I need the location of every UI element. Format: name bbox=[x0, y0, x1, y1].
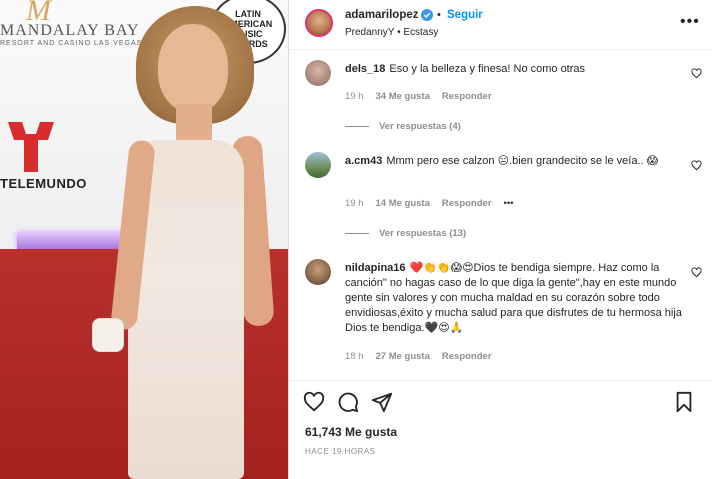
comment-time: 19 h bbox=[345, 198, 364, 209]
view-replies[interactable]: Ver respuestas (4) bbox=[345, 121, 461, 132]
view-replies-label: Ver respuestas (4) bbox=[379, 121, 461, 132]
replies-line bbox=[345, 126, 369, 127]
comment-meta: 19 h 14 Me gusta Responder ••• bbox=[345, 198, 514, 209]
like-heart-icon[interactable] bbox=[303, 391, 325, 413]
comment-likes[interactable]: 34 Me gusta bbox=[376, 91, 430, 102]
woman-face bbox=[158, 24, 228, 112]
clutch-bag bbox=[92, 318, 124, 352]
commenter-username[interactable]: nildapina16 bbox=[345, 262, 406, 274]
comment-bubble-icon[interactable] bbox=[337, 391, 359, 413]
audio-label[interactable]: PredannyY • Ecstasy bbox=[345, 27, 438, 38]
reply-button[interactable]: Responder bbox=[442, 351, 492, 362]
telemundo-logo: TELEMUNDO bbox=[0, 176, 87, 191]
reply-button[interactable]: Responder bbox=[442, 91, 492, 102]
post-photo[interactable]: M MANDALAY BAY RESORT AND CASINO LAS VEG… bbox=[0, 0, 289, 479]
comment-content: Eso y la belleza y finesa! No como otras bbox=[389, 63, 586, 75]
commenter-avatar[interactable] bbox=[305, 259, 331, 285]
post-side-panel: adamarilopez • Seguir PredannyY • Ecstas… bbox=[289, 0, 712, 479]
likes-count[interactable]: 61,743 Me gusta bbox=[305, 425, 397, 439]
post-timestamp[interactable]: HACE 19 HORAS bbox=[305, 447, 376, 456]
comment-text: nildapina16 ❤️👏👏😱😍Dios te bendiga siempre… bbox=[345, 261, 685, 336]
like-comment-heart-icon[interactable] bbox=[691, 267, 702, 278]
like-comment-heart-icon[interactable] bbox=[691, 160, 702, 171]
telemundo-t-logo bbox=[8, 122, 54, 172]
separator-dot: • bbox=[437, 9, 441, 21]
comment-likes[interactable]: 27 Me gusta bbox=[376, 351, 430, 362]
post-actions-bar bbox=[289, 380, 712, 420]
commenter-username[interactable]: a.cm43 bbox=[345, 155, 382, 167]
mandalay-logo-sub: RESORT AND CASINO LAS VEGAS bbox=[0, 40, 143, 47]
like-comment-heart-icon[interactable] bbox=[691, 68, 702, 79]
comment-likes[interactable]: 14 Me gusta bbox=[376, 198, 430, 209]
commenter-avatar[interactable] bbox=[305, 152, 331, 178]
commenter-avatar[interactable] bbox=[305, 60, 331, 86]
mandalay-logo: MANDALAY BAY bbox=[0, 22, 140, 39]
comment-content: Mmm pero ese calzon 😑.bien grandecito se… bbox=[386, 155, 659, 167]
woman-neck bbox=[176, 104, 212, 144]
view-replies-label: Ver respuestas (13) bbox=[379, 228, 467, 239]
commenter-username[interactable]: dels_18 bbox=[345, 63, 385, 75]
share-paper-plane-icon[interactable] bbox=[371, 391, 393, 413]
author-username[interactable]: adamarilopez bbox=[345, 9, 419, 21]
post-header: adamarilopez • Seguir PredannyY • Ecstas… bbox=[289, 0, 712, 50]
comment-text: a.cm43 Mmm pero ese calzon 😑.bien grandec… bbox=[345, 154, 685, 169]
replies-line bbox=[345, 233, 369, 234]
comment-options-icon[interactable]: ••• bbox=[504, 198, 514, 209]
reply-button[interactable]: Responder bbox=[442, 198, 492, 209]
comment-time: 18 h bbox=[345, 351, 364, 362]
comment-text: dels_18 Eso y la belleza y finesa! No com… bbox=[345, 62, 685, 77]
verified-badge-icon bbox=[421, 9, 433, 21]
view-replies[interactable]: Ver respuestas (13) bbox=[345, 228, 466, 239]
author-avatar[interactable] bbox=[305, 9, 333, 37]
save-bookmark-icon[interactable] bbox=[673, 391, 695, 413]
follow-button[interactable]: Seguir bbox=[447, 9, 483, 21]
comment-meta: 18 h 27 Me gusta Responder bbox=[345, 351, 492, 362]
more-options-icon[interactable]: ••• bbox=[680, 13, 700, 31]
comment-meta: 19 h 34 Me gusta Responder bbox=[345, 91, 492, 102]
comment-time: 19 h bbox=[345, 91, 364, 102]
